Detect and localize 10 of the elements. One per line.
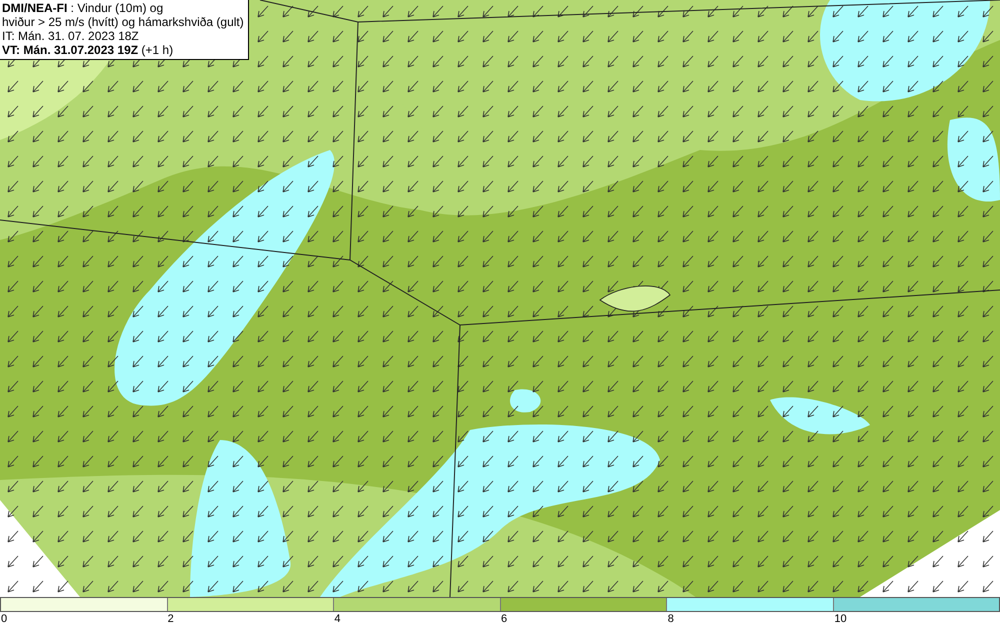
scale-tick-label: 6 [500,612,508,626]
scale-tick-label: 4 [333,612,340,626]
scale-tick-label: 0 [0,612,8,626]
scale-tick-label: 10 [833,612,847,626]
header-text: hviður > 25 m/s (hvítt) og hámarkshviða (gult) [2,15,244,29]
header-text: VT: Mán. 31.07.2023 19Z (+1 h) [2,43,174,57]
scale-tick-label: 8 [666,612,674,626]
header-text: DMI/NEA-FI : Vindur (10m) og [2,1,164,15]
scale-tick-label: 2 [166,612,174,626]
header-text: IT: Mán. 31. 07. 2023 18Z [2,29,140,43]
